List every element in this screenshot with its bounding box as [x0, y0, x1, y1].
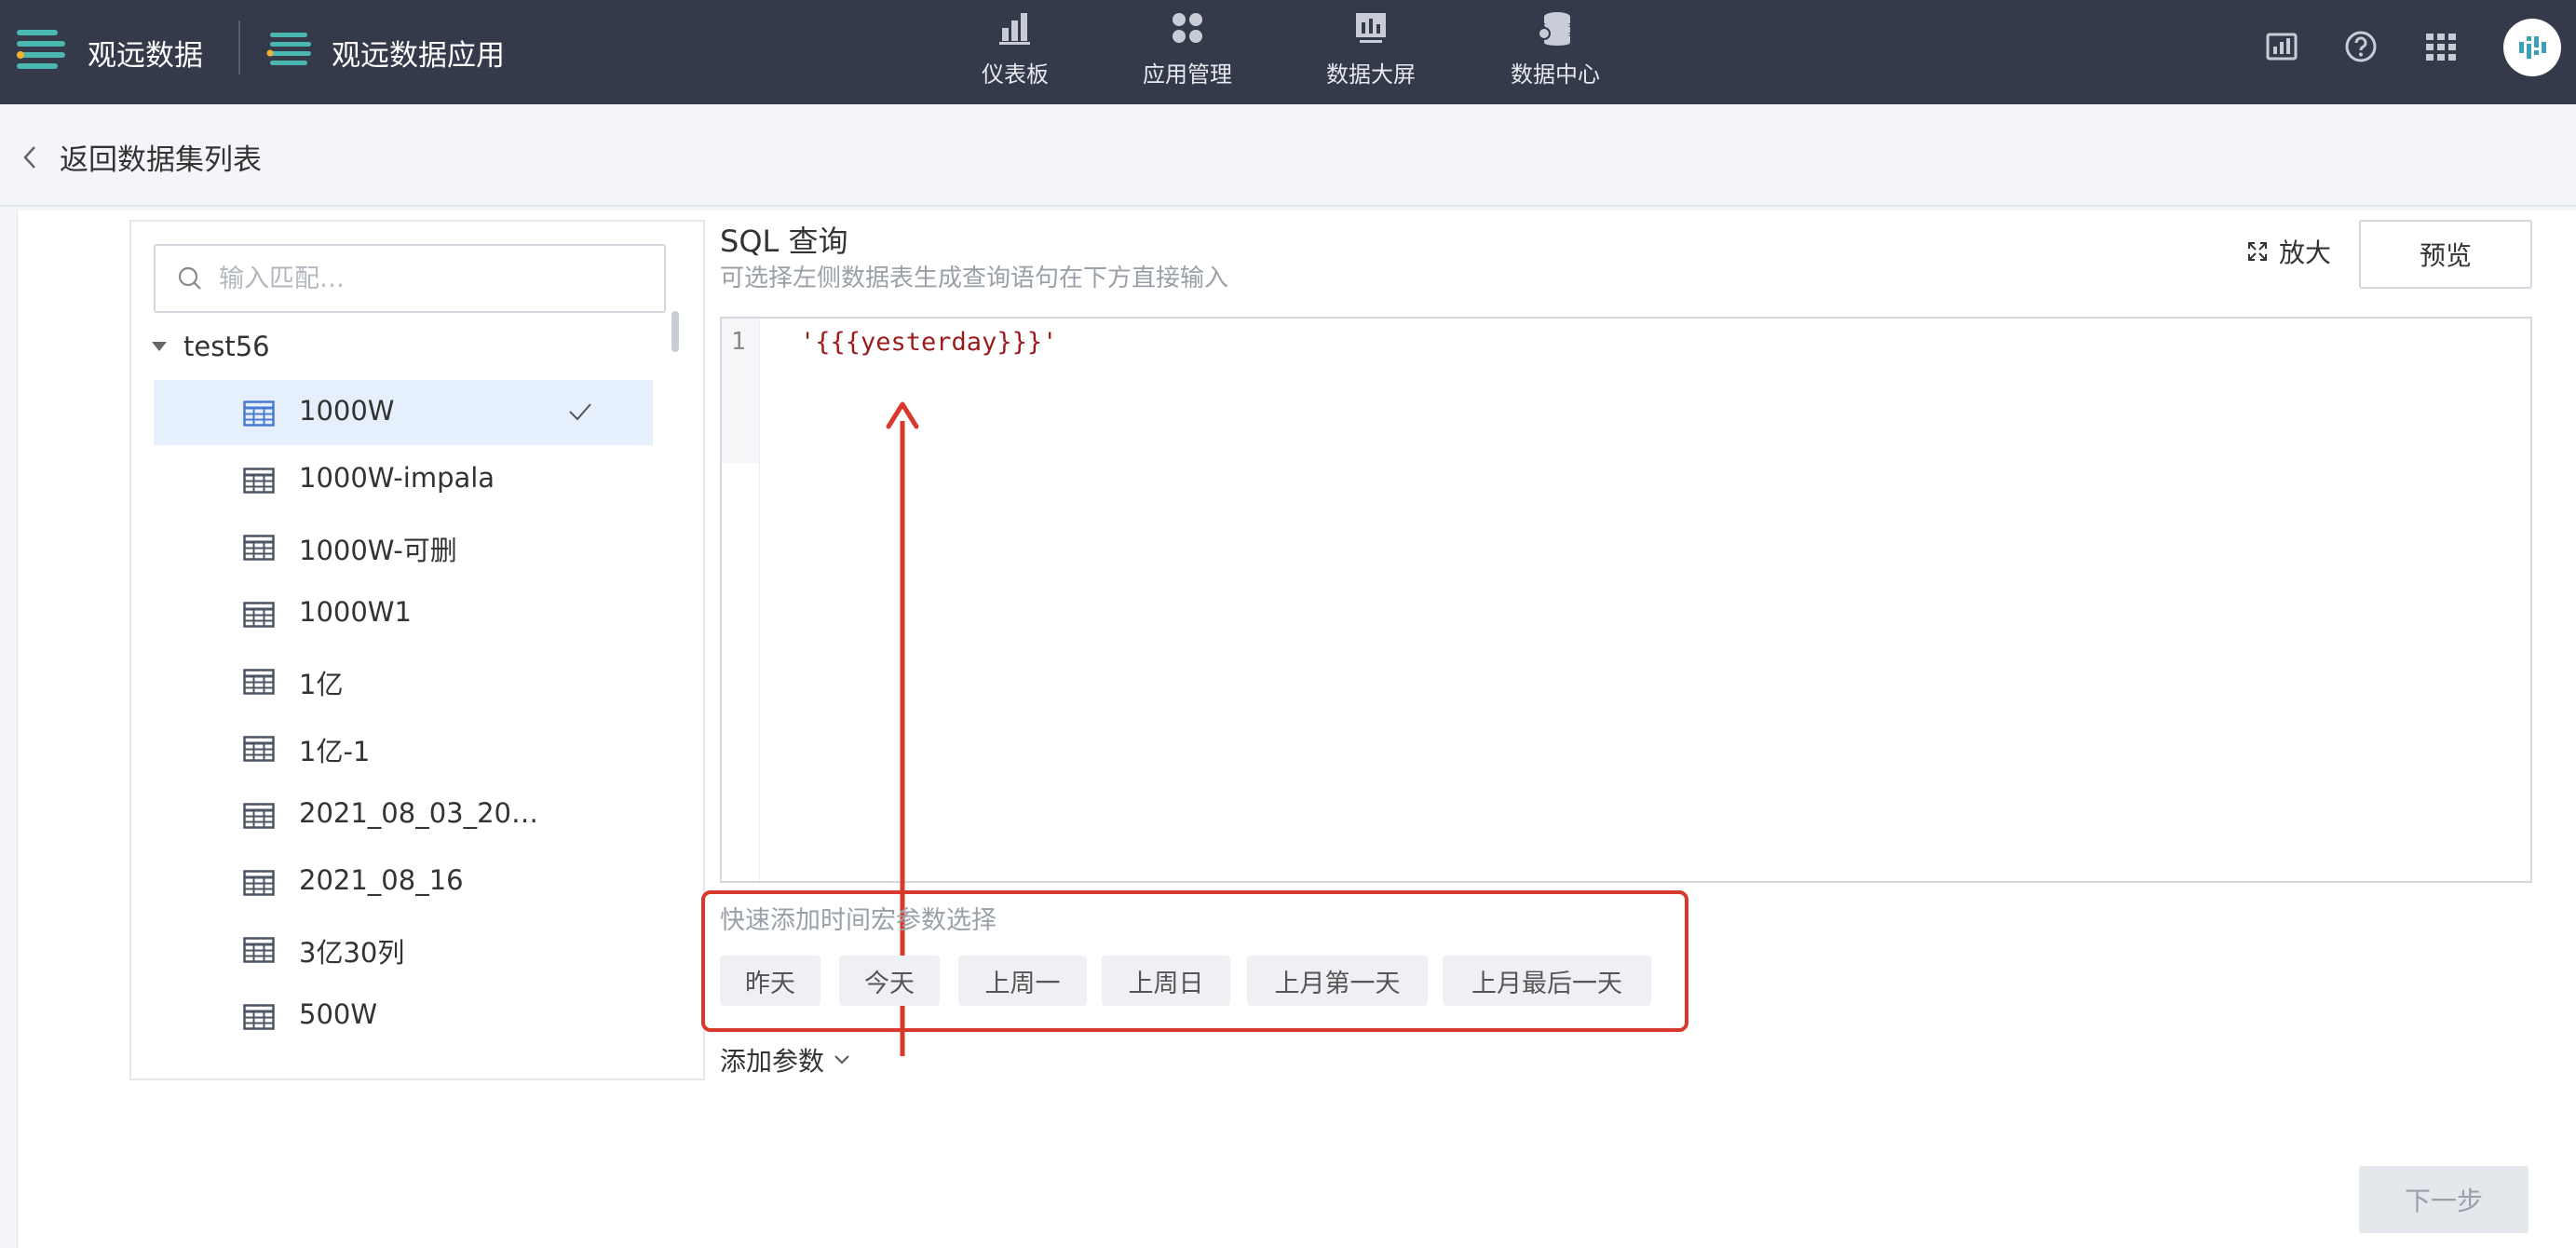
table-icon: [243, 870, 275, 896]
avatar[interactable]: [2503, 19, 2561, 76]
folder-label: test56: [183, 331, 270, 362]
table-item-1000w1[interactable]: 1000W1: [154, 581, 653, 646]
table-icon: [243, 400, 275, 427]
nav-data-center-label: 数据中心: [1511, 61, 1600, 88]
grid-menu-icon: [2426, 34, 2456, 61]
macro-title: 快速添加时间宏参数选择: [720, 906, 997, 935]
brand-primary[interactable]: 观远数据: [13, 20, 203, 84]
check-icon: [569, 403, 591, 421]
database-icon: [1538, 12, 1570, 46]
nav-data-screen[interactable]: 数据大屏: [1287, 0, 1455, 104]
sql-editor[interactable]: 1 '{{{yesterday}}}': [720, 317, 2532, 883]
zoom-label: 放大: [2279, 237, 2332, 268]
table-item-1000w-deletable[interactable]: 1000W-可删: [154, 514, 653, 579]
table-item-label: 1000W-impala: [299, 462, 495, 494]
table-tree-panel: test56 1000W: [129, 220, 705, 1080]
table-icon: [243, 602, 275, 628]
app-logo-icon: [266, 33, 311, 65]
table-icon: [243, 937, 275, 963]
table-item-1yi-1[interactable]: 1亿-1: [154, 715, 653, 780]
report-button[interactable]: [2259, 24, 2304, 69]
line-number: 1: [731, 328, 746, 356]
top-bar: 观远数据 观远数据应用 仪表板 应用管理 数据大屏 数据中心: [0, 0, 2576, 104]
brand-secondary-label: 观远数据应用: [332, 38, 505, 73]
sql-code[interactable]: '{{{yesterday}}}': [800, 328, 1057, 357]
nav-app-management[interactable]: 应用管理: [1104, 0, 1271, 104]
tree-scrollbar[interactable]: [671, 311, 679, 352]
table-item-label: 1亿: [299, 669, 344, 700]
brand-logo-icon: [17, 30, 65, 69]
nav-data-screen-label: 数据大屏: [1326, 61, 1416, 88]
table-icon: [243, 1004, 275, 1030]
chevron-left-icon: [23, 145, 35, 169]
brand-secondary[interactable]: 观远数据应用: [264, 20, 505, 84]
macro-chip-last-month-last-day[interactable]: 上月最后一天: [1443, 956, 1651, 1006]
table-icon: [243, 803, 275, 829]
table-search[interactable]: [154, 244, 666, 313]
bar-chart-icon: [999, 13, 1030, 45]
sub-header: 返回数据集列表: [0, 104, 2576, 207]
apps-grid-icon: [1173, 13, 1202, 43]
table-item-3yi-30col[interactable]: 3亿30列: [154, 916, 653, 982]
macro-chip-last-month-first-day[interactable]: 上月第一天: [1247, 956, 1428, 1006]
table-icon: [243, 736, 275, 762]
report-icon: [2266, 33, 2298, 61]
table-item-1000w-impala[interactable]: 1000W-impala: [154, 447, 653, 512]
macro-chip-last-sunday[interactable]: 上周日: [1102, 956, 1230, 1006]
preview-button[interactable]: 预览: [2359, 220, 2532, 289]
caret-down-icon: [152, 342, 167, 351]
search-icon: [178, 266, 201, 290]
help-button[interactable]: [2339, 24, 2383, 69]
table-item-label: 1000W-可删: [299, 535, 457, 566]
table-icon: [243, 669, 275, 695]
next-step-button[interactable]: 下一步: [2359, 1166, 2529, 1233]
table-item-label: 2021_08_16: [299, 864, 464, 896]
nav-dashboard-label: 仪表板: [982, 61, 1049, 88]
folder-test56[interactable]: test56: [150, 324, 270, 369]
screen-icon: [1356, 13, 1386, 43]
add-parameter-dropdown[interactable]: 添加参数: [720, 1041, 850, 1078]
table-item-label: 1亿-1: [299, 736, 371, 767]
table-icon: [243, 535, 275, 561]
expand-icon: [2248, 242, 2267, 261]
table-item-label: 2021_08_03_20…: [299, 797, 539, 829]
table-item-label: 1000W: [299, 395, 395, 427]
table-item-2021-08-03[interactable]: 2021_08_03_20…: [154, 782, 653, 848]
app-menu-button[interactable]: [2419, 24, 2463, 69]
sql-title: SQL 查询: [720, 224, 848, 259]
help-icon: [2345, 31, 2377, 62]
back-to-dataset-list[interactable]: 返回数据集列表: [20, 136, 262, 178]
table-item-label: 3亿30列: [299, 937, 405, 969]
sql-subtitle: 可选择左侧数据表生成查询语句在下方直接输入: [720, 265, 1229, 292]
nav-dashboard[interactable]: 仪表板: [931, 0, 1099, 104]
zoom-button[interactable]: 放大: [2247, 233, 2331, 270]
nav-data-center[interactable]: 数据中心: [1471, 0, 1639, 104]
table-item-1yi[interactable]: 1亿: [154, 648, 653, 713]
add-parameter-label: 添加参数: [720, 1046, 825, 1077]
table-item-2021-08-16[interactable]: 2021_08_16: [154, 849, 653, 915]
chevron-down-icon: [834, 1055, 849, 1065]
table-item-500w[interactable]: 500W: [154, 983, 653, 1049]
macro-chip-last-monday[interactable]: 上周一: [958, 956, 1087, 1006]
table-item-label: 500W: [299, 998, 378, 1030]
brand-primary-label: 观远数据: [88, 38, 203, 73]
main-content: test56 1000W: [17, 210, 2576, 1248]
table-search-input[interactable]: [217, 263, 649, 294]
back-label: 返回数据集列表: [60, 143, 262, 177]
table-item-1000w[interactable]: 1000W: [154, 380, 653, 445]
nav-app-management-label: 应用管理: [1143, 61, 1232, 88]
user-avatar-icon: [2519, 36, 2546, 59]
brand-divider: [238, 20, 240, 75]
table-item-label: 1000W1: [299, 596, 412, 628]
macro-chip-yesterday[interactable]: 昨天: [720, 956, 820, 1006]
macro-chip-today[interactable]: 今天: [839, 956, 940, 1006]
table-icon: [243, 468, 275, 494]
